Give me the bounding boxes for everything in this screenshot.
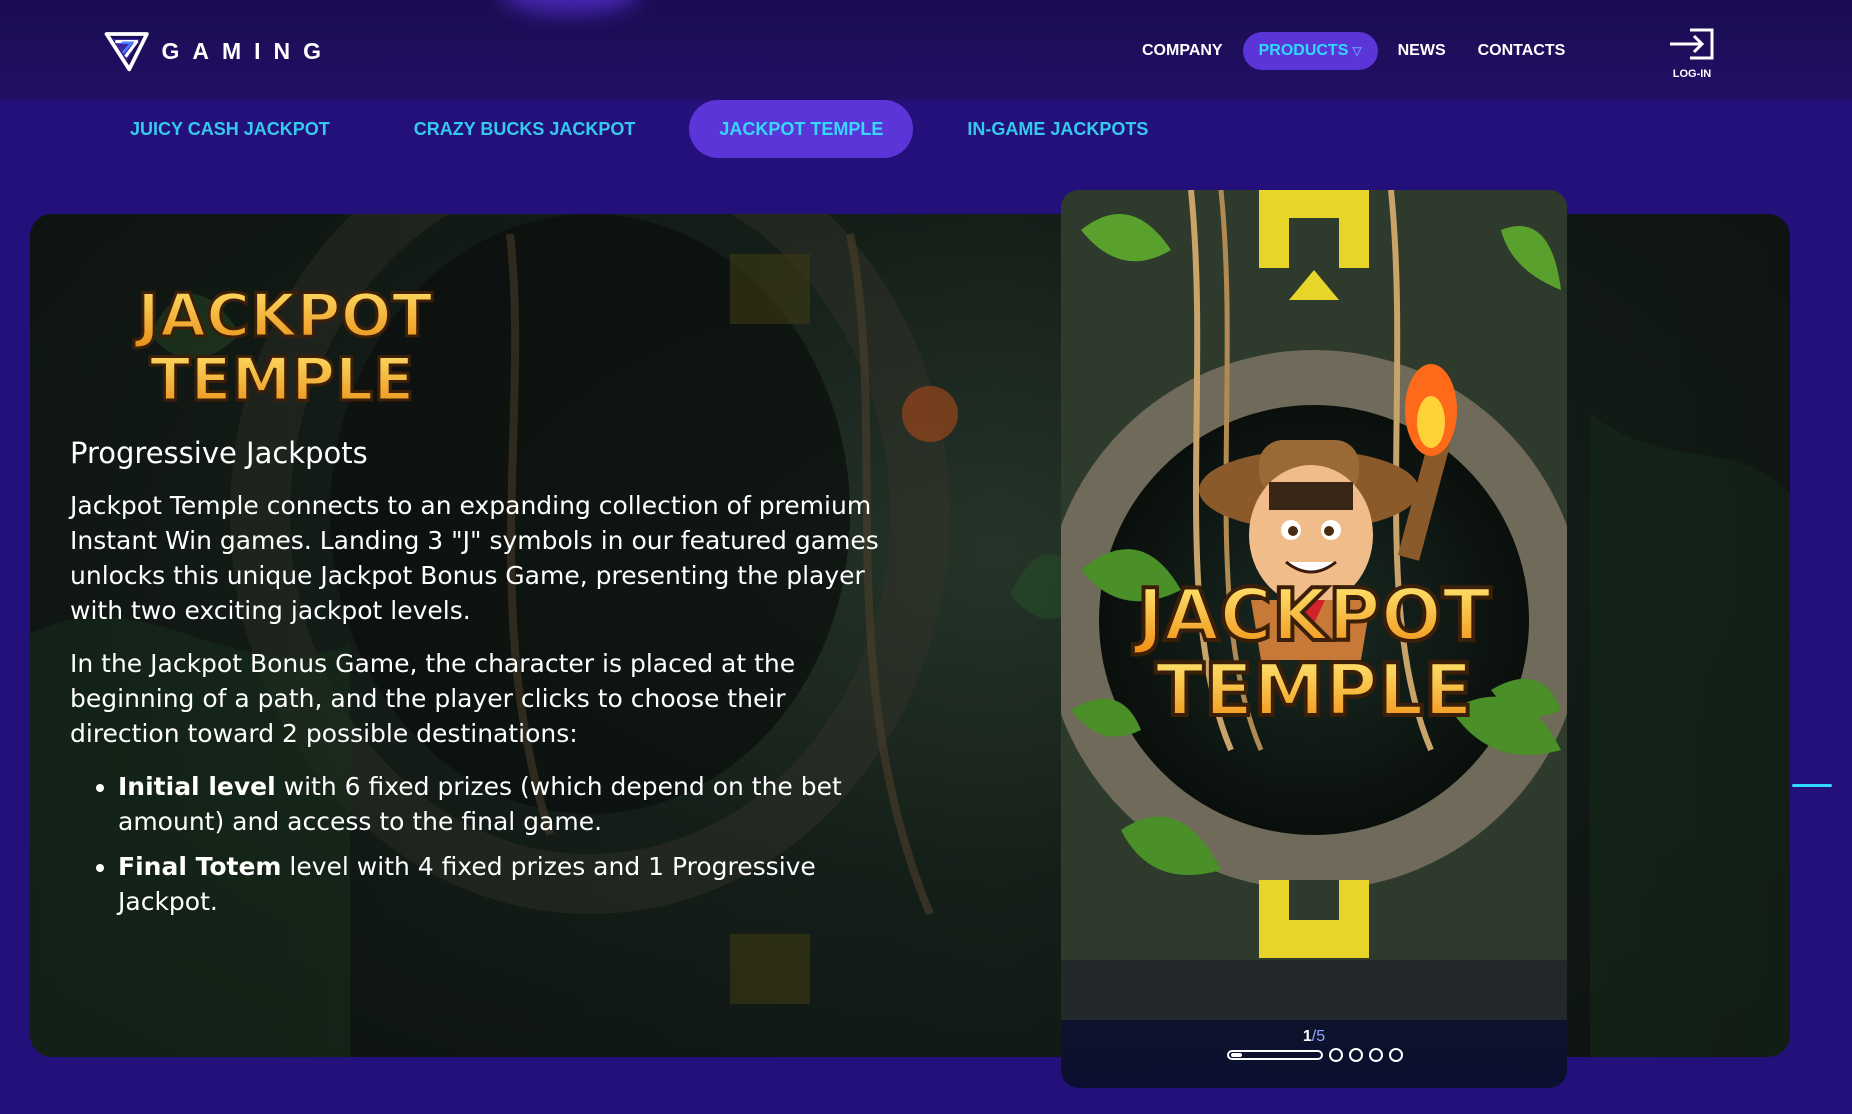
slide-dot[interactable] xyxy=(1349,1048,1363,1062)
nav-news[interactable]: NEWS xyxy=(1386,32,1458,70)
jackpot-levels-list: Initial level with 6 fixed prizes (which… xyxy=(70,769,890,919)
game-logo-line1: JACKPOT xyxy=(133,281,432,351)
slide-counter: 1/5 xyxy=(1061,1028,1567,1046)
card-title-line1: JACKPOT xyxy=(1132,573,1491,657)
chevron-down-icon: ▽ xyxy=(1352,44,1362,58)
subnav-in-game-jackpots[interactable]: IN-GAME JACKPOTS xyxy=(937,100,1178,158)
header: GAMING COMPANY PRODUCTS ▽ NEWS CONTACTS L… xyxy=(0,0,1852,100)
game-logo-line2: TEMPLE xyxy=(150,345,415,408)
card-title-line2: TEMPLE xyxy=(1155,648,1473,732)
login-button[interactable]: LOG-IN xyxy=(1666,28,1718,80)
jackpot-temple-logo: JACKPOT TEMPLE xyxy=(132,280,434,409)
brand-logo[interactable]: GAMING xyxy=(104,20,334,82)
slide-progress-fill xyxy=(1231,1053,1242,1057)
login-arrow-icon xyxy=(1670,28,1714,60)
slide-total: /5 xyxy=(1311,1028,1326,1045)
subnav-jackpot-temple[interactable]: JACKPOT TEMPLE xyxy=(689,100,914,158)
main-nav: COMPANY PRODUCTS ▽ NEWS CONTACTS xyxy=(1130,32,1585,70)
nav-company[interactable]: COMPANY xyxy=(1130,32,1235,70)
header-glow xyxy=(500,0,640,14)
slide-dot[interactable] xyxy=(1389,1048,1403,1062)
slide-current: 1 xyxy=(1302,1028,1312,1045)
slide-dot[interactable] xyxy=(1369,1048,1383,1062)
login-label: LOG-IN xyxy=(1672,68,1712,80)
intro-paragraph: Jackpot Temple connects to an expanding … xyxy=(70,491,879,625)
carousel-indicator: 1/5 xyxy=(1061,1028,1567,1088)
slide-dot[interactable] xyxy=(1329,1048,1343,1062)
nav-products-label: PRODUCTS xyxy=(1258,42,1349,59)
decorative-edge-line xyxy=(1792,784,1832,787)
nav-products[interactable]: PRODUCTS ▽ xyxy=(1242,32,1378,70)
list-item: Initial level with 6 fixed prizes (which… xyxy=(118,769,890,839)
bonus-paragraph: In the Jackpot Bonus Game, the character… xyxy=(70,649,796,748)
subnav-crazy-bucks-jackpot[interactable]: CRAZY BUCKS JACKPOT xyxy=(384,100,666,158)
nav-contacts[interactable]: CONTACTS xyxy=(1466,32,1578,70)
seven-logo-icon xyxy=(104,32,149,72)
hero-content: Progressive Jackpots Jackpot Temple conn… xyxy=(70,436,890,929)
slide-progress-bar[interactable] xyxy=(1227,1050,1323,1060)
product-subnav: JUICY CASH JACKPOT CRAZY BUCKS JACKPOT J… xyxy=(100,100,1202,158)
list-item-bold: Initial level xyxy=(118,772,276,801)
slide-dots xyxy=(1329,1048,1409,1062)
game-card[interactable]: JACKPOT TEMPLE 1/5 xyxy=(1061,190,1567,1088)
brand-wordmark: GAMING xyxy=(161,37,334,64)
list-item: Final Totem level with 4 fixed prizes an… xyxy=(118,849,890,919)
subnav-juicy-cash-jackpot[interactable]: JUICY CASH JACKPOT xyxy=(100,100,360,158)
list-item-bold: Final Totem xyxy=(118,852,282,881)
game-artwork: JACKPOT TEMPLE xyxy=(1061,190,1567,1020)
section-heading: Progressive Jackpots xyxy=(70,436,368,470)
